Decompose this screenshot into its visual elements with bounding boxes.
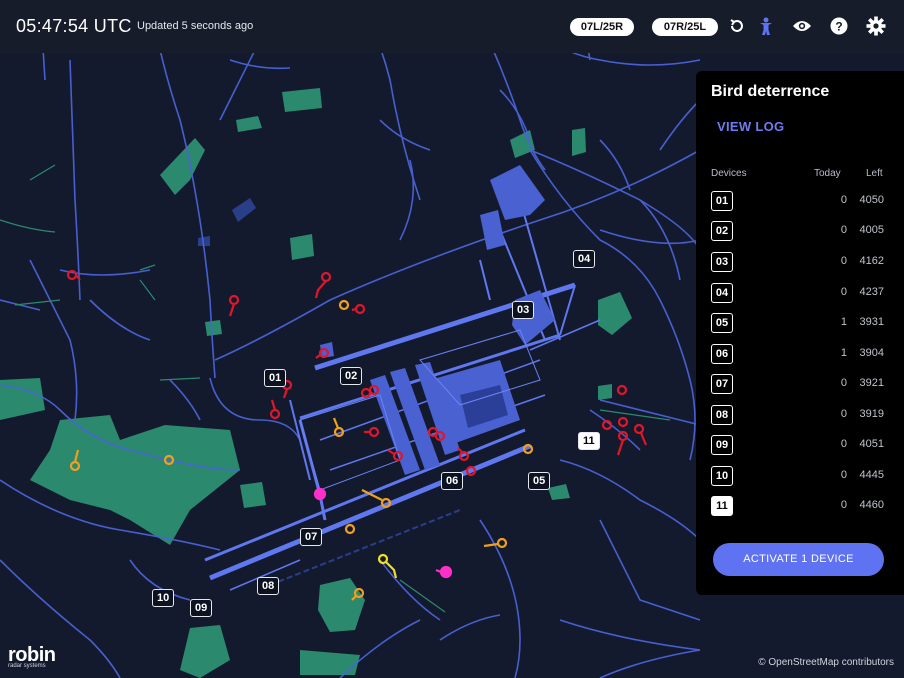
view-log-link[interactable]: VIEW LOG — [717, 119, 784, 134]
col-devices-header: Devices — [711, 168, 747, 179]
panel-title: Bird deterrence — [711, 83, 830, 100]
map-device-06[interactable]: 06 — [441, 472, 464, 490]
left-count: 3919 — [859, 408, 884, 420]
map-device-11[interactable]: 11 — [578, 432, 600, 450]
left-count: 4237 — [859, 286, 884, 298]
left-count: 4460 — [859, 499, 884, 511]
runway-pill-07r-25l[interactable]: 07R/25L — [652, 18, 718, 36]
today-count: 1 — [840, 316, 847, 328]
device-row[interactable]: 09 0 4051 — [711, 435, 891, 457]
today-count: 0 — [840, 377, 847, 389]
col-left-header: Left — [866, 168, 883, 179]
today-count: 0 — [840, 224, 847, 236]
col-today-header: Today — [814, 168, 841, 179]
today-count: 0 — [840, 499, 847, 511]
device-row[interactable]: 11 0 4460 — [711, 496, 891, 518]
today-count: 0 — [840, 408, 847, 420]
device-id[interactable]: 08 — [711, 405, 733, 425]
device-row[interactable]: 01 0 4050 — [711, 191, 891, 213]
device-row[interactable]: 07 0 3921 — [711, 374, 891, 396]
map-device-09[interactable]: 09 — [190, 599, 213, 617]
map-device-10[interactable]: 10 — [152, 589, 175, 607]
robin-logo: robin radar systems — [8, 645, 56, 669]
map-device-08[interactable]: 08 — [257, 577, 280, 595]
top-bar: 05:47:54 UTC Updated 5 seconds ago 07L/2… — [0, 0, 904, 53]
left-count: 4050 — [859, 194, 884, 206]
device-row[interactable]: 05 1 3931 — [711, 313, 891, 335]
map-device-01[interactable]: 01 — [264, 369, 287, 387]
today-count: 0 — [840, 469, 847, 481]
device-row[interactable]: 04 0 4237 — [711, 283, 891, 305]
device-id[interactable]: 05 — [711, 313, 733, 333]
vegetation-areas — [0, 3, 632, 678]
eye-icon[interactable] — [790, 14, 814, 38]
left-count: 3921 — [859, 377, 884, 389]
device-id-selected[interactable]: 11 — [711, 496, 733, 516]
map-attribution[interactable]: © OpenStreetMap contributors — [758, 657, 894, 668]
runway-pill-07l-25r[interactable]: 07L/25R — [570, 18, 634, 36]
activate-device-button[interactable]: ACTIVATE 1 DEVICE — [713, 543, 884, 576]
map-device-07[interactable]: 07 — [300, 528, 323, 546]
map-device-05[interactable]: 05 — [528, 472, 551, 490]
device-id[interactable]: 09 — [711, 435, 733, 455]
map-device-04[interactable]: 04 — [573, 250, 596, 268]
gear-icon[interactable] — [864, 14, 888, 38]
today-count: 0 — [840, 286, 847, 298]
green-strips — [0, 164, 671, 613]
device-row[interactable]: 08 0 3919 — [711, 405, 891, 427]
device-id[interactable]: 04 — [711, 283, 733, 303]
today-count: 0 — [840, 255, 847, 267]
left-count: 4445 — [859, 469, 884, 481]
today-count: 0 — [840, 194, 847, 206]
left-count: 3904 — [859, 347, 884, 359]
left-count: 4162 — [859, 255, 884, 267]
building-shadows — [198, 198, 256, 246]
today-count: 1 — [840, 347, 847, 359]
device-row[interactable]: 02 0 4005 — [711, 221, 891, 243]
left-count: 4005 — [859, 224, 884, 236]
device-id[interactable]: 07 — [711, 374, 733, 394]
device-row[interactable]: 06 1 3904 — [711, 344, 891, 366]
device-id[interactable]: 03 — [711, 252, 733, 272]
track-yellow — [377, 553, 398, 579]
left-count: 3931 — [859, 316, 884, 328]
device-id[interactable]: 06 — [711, 344, 733, 364]
help-icon[interactable]: ? — [827, 14, 851, 38]
roads — [0, 0, 701, 678]
device-id[interactable]: 02 — [711, 221, 733, 241]
device-row[interactable]: 10 0 4445 — [711, 466, 891, 488]
left-count: 4051 — [859, 438, 884, 450]
bird-deterrence-panel: Bird deterrence VIEW LOG Devices Today L… — [696, 71, 904, 595]
person-icon[interactable] — [754, 14, 778, 38]
last-updated: Updated 5 seconds ago — [137, 20, 254, 32]
device-row[interactable]: 03 0 4162 — [711, 252, 891, 274]
utc-clock: 05:47:54 UTC — [16, 16, 132, 36]
terminals — [320, 165, 555, 475]
map-device-03[interactable]: 03 — [512, 301, 535, 319]
device-id[interactable]: 10 — [711, 466, 733, 486]
svg-text:?: ? — [835, 20, 842, 34]
map-device-02[interactable]: 02 — [340, 367, 363, 385]
device-id[interactable]: 01 — [711, 191, 733, 211]
today-count: 0 — [840, 438, 847, 450]
logo-word: robin — [8, 644, 56, 666]
history-icon[interactable] — [725, 14, 749, 38]
